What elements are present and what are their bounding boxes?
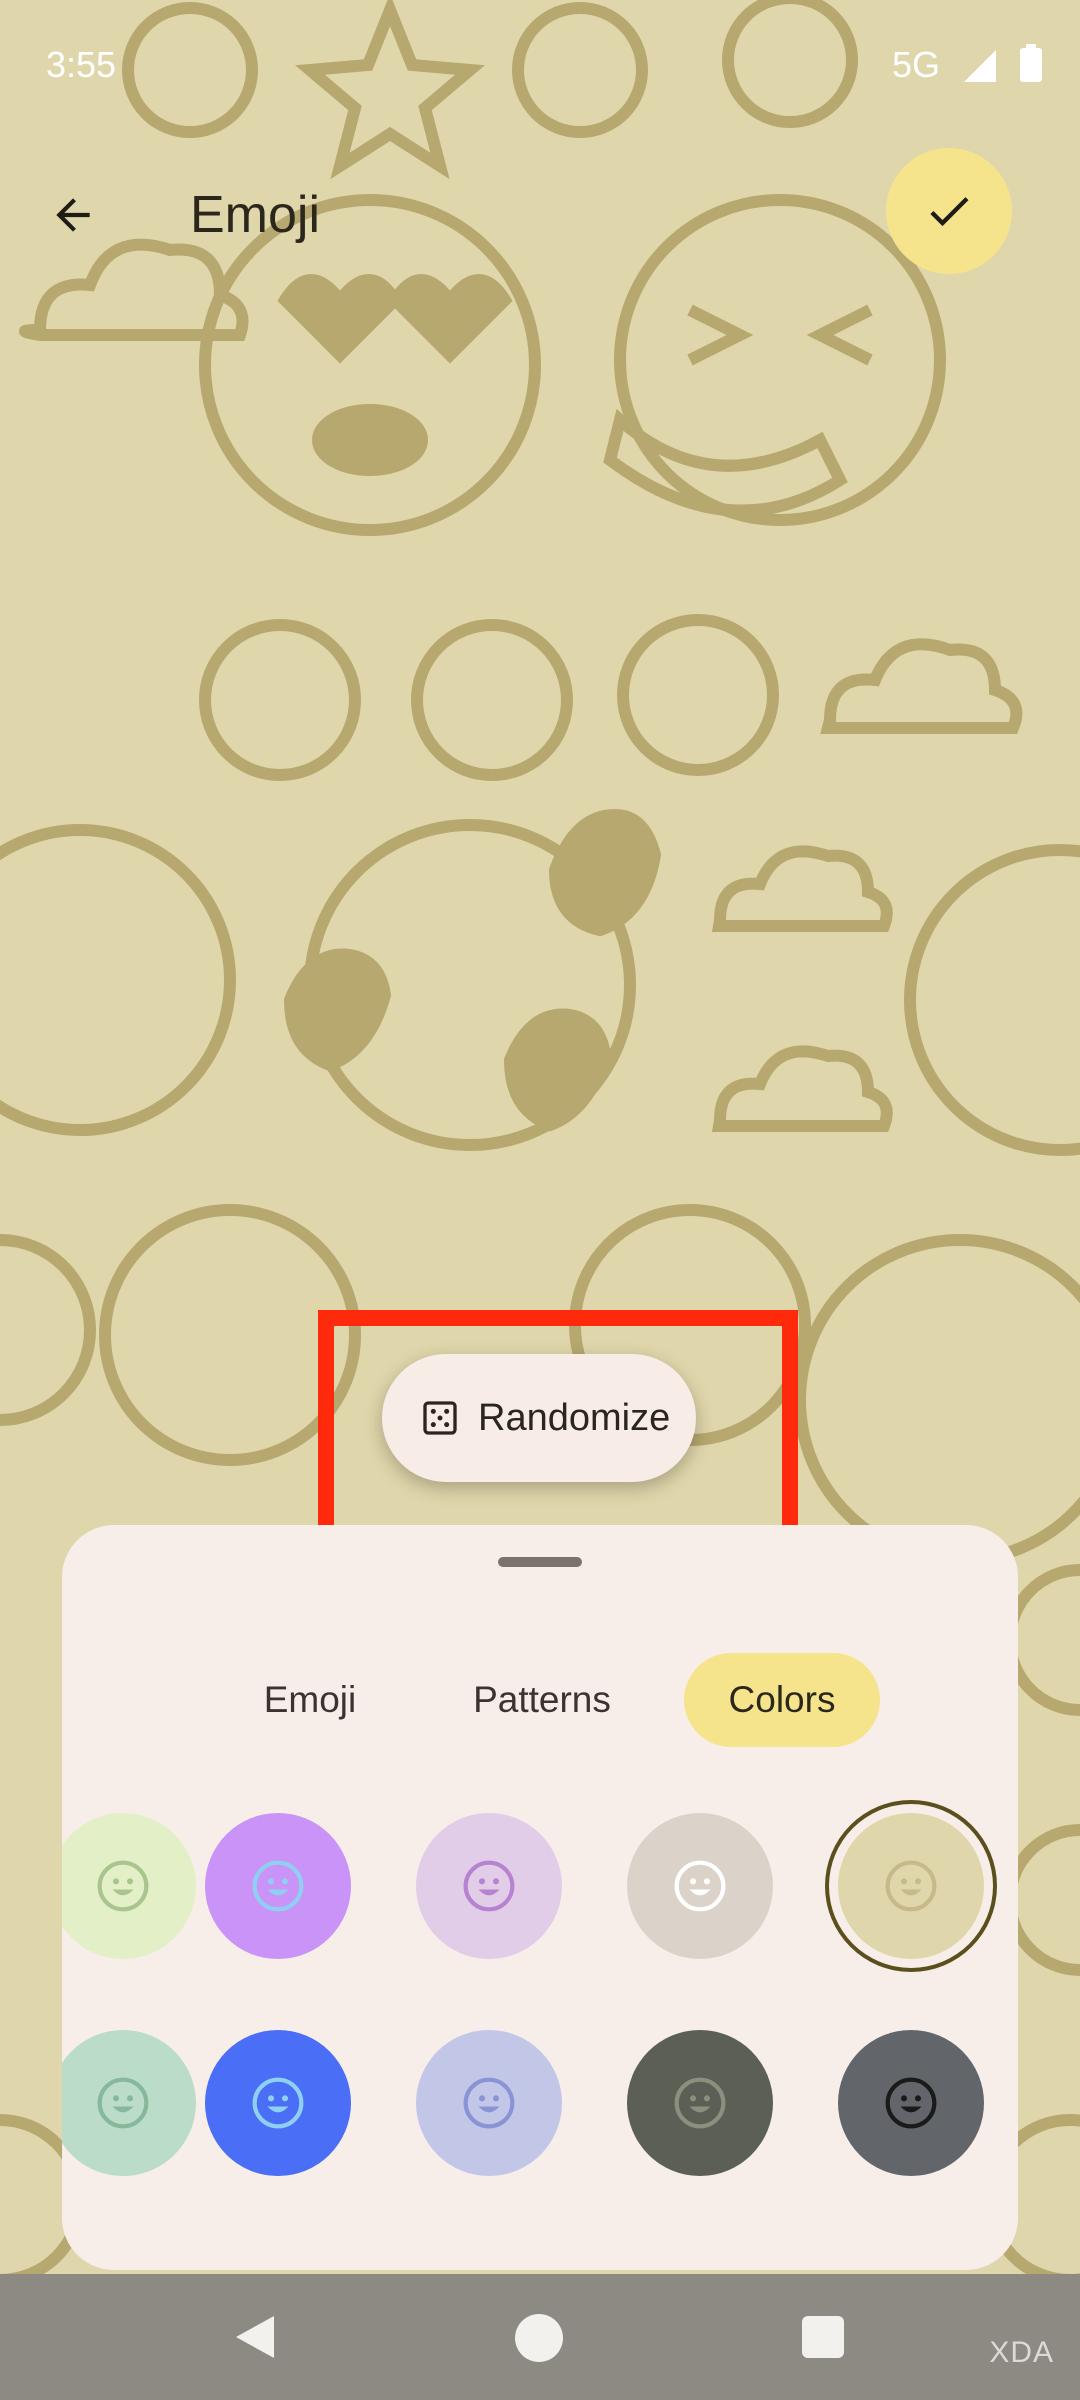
network-type: 5G (891, 44, 940, 85)
cloud-icon (711, 845, 893, 932)
tab-label: Colors (728, 1679, 836, 1720)
color-swatch[interactable] (416, 2030, 562, 2176)
color-swatch[interactable] (205, 1813, 351, 1959)
color-swatch[interactable] (205, 2030, 351, 2176)
heart-icon (548, 808, 662, 937)
drag-handle[interactable] (498, 1557, 582, 1567)
devil-emoji-icon (411, 619, 573, 781)
check-icon (930, 197, 969, 227)
devil-emoji-icon (794, 1234, 1080, 1566)
face-emoji-icon (1004, 1824, 1080, 1976)
smiley-icon (674, 2077, 726, 2129)
face-emoji-icon (904, 844, 1080, 1156)
status-time: 3:55 (46, 44, 117, 85)
heart-icon (283, 948, 392, 1072)
smiley-icon (97, 2077, 149, 2129)
nav-recents-icon[interactable] (802, 2316, 844, 2358)
tab-label: Emoji (263, 1679, 357, 1720)
smiley-icon (463, 1860, 515, 1912)
randomize-button[interactable]: Randomize (382, 1354, 696, 1482)
tab-patterns[interactable]: Patterns (442, 1653, 642, 1747)
smiley-icon (885, 1860, 937, 1912)
color-swatch[interactable] (627, 1813, 773, 1959)
color-swatch[interactable] (62, 2030, 196, 2176)
page-title: Emoji (190, 186, 321, 244)
color-swatch[interactable] (838, 2030, 984, 2176)
nav-home-icon[interactable] (515, 2314, 563, 2362)
smiley-icon (97, 1860, 149, 1912)
color-swatch[interactable] (62, 1813, 196, 1959)
battery-icon (1020, 44, 1042, 82)
apply-button[interactable] (886, 148, 1012, 274)
devil-emoji-icon (0, 1234, 96, 1426)
heart-icon (503, 1008, 612, 1132)
smiley-icon (252, 2077, 304, 2129)
nav-back-icon[interactable] (232, 2314, 278, 2360)
tab-colors[interactable]: Colors (684, 1653, 880, 1747)
cloud-icon (820, 638, 1023, 734)
cloud-icon (711, 1045, 893, 1132)
top-app-bar: Emoji (0, 148, 1080, 290)
back-button[interactable] (40, 182, 106, 248)
customization-sheet: Emoji Patterns Colors (62, 1525, 1018, 2270)
devil-emoji-icon (1004, 1564, 1080, 1716)
color-swatch[interactable] (416, 1813, 562, 1959)
color-swatch[interactable] (627, 2030, 773, 2176)
tab-label: Patterns (473, 1679, 611, 1720)
heart-eyes-emoji-icon (617, 614, 779, 776)
xda-watermark: XDA (989, 2336, 1054, 2369)
smiley-icon (885, 2077, 937, 2129)
dice-icon (423, 1401, 457, 1435)
system-navigation-bar: XDA (0, 2274, 1080, 2400)
smiling-hearts-emoji-icon (199, 619, 361, 781)
tab-emoji[interactable]: Emoji (230, 1653, 390, 1747)
smiley-icon (463, 2077, 515, 2129)
color-swatch-selected[interactable] (838, 1813, 984, 1959)
smiley-icon (252, 1860, 304, 1912)
status-bar: 3:55 5G (0, 0, 1080, 130)
signal-icon (964, 50, 996, 82)
randomize-label: Randomize (478, 1396, 671, 1439)
arrow-left-icon (56, 198, 90, 232)
smiley-icon (674, 1860, 726, 1912)
waving-emoji-icon (0, 824, 236, 1136)
